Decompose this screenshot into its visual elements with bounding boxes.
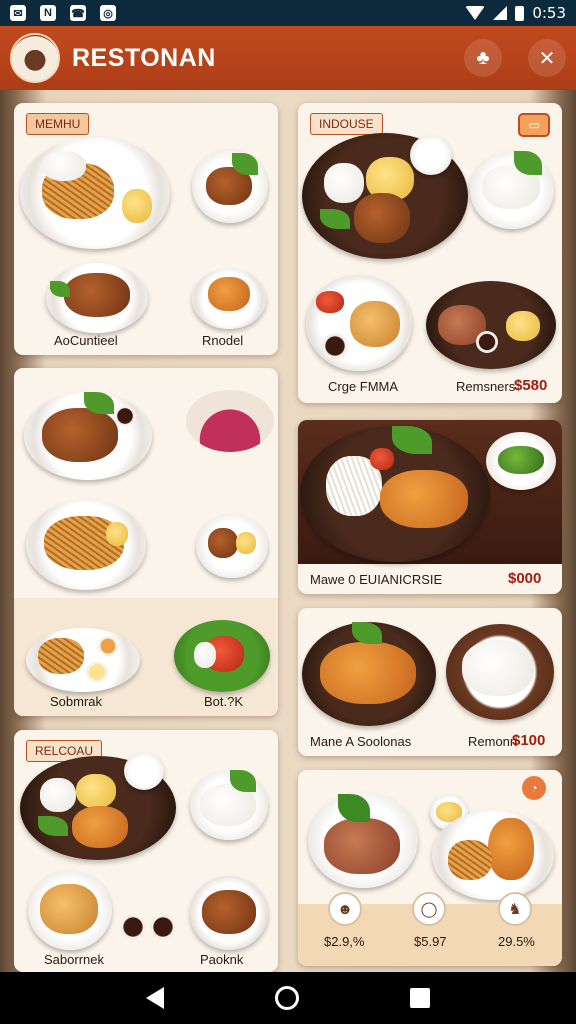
dish-label: Crge FMMA (328, 379, 399, 394)
dish-label: Remsners (456, 379, 516, 394)
clay-rice-pot-image (446, 624, 554, 720)
grilled-skewer-plate-image (192, 269, 266, 329)
curry-plate-image (306, 275, 412, 371)
chef-icon[interactable]: ☻ (328, 892, 362, 926)
indouse-tag: INDOUSE (310, 113, 383, 135)
dishes-card[interactable]: Sobmrak Bot.?K (14, 368, 278, 716)
fried-meat-plate-image (46, 263, 148, 333)
soup-bowl-image (28, 870, 112, 950)
indouse-card[interactable]: INDOUSE ▭ Crge FMMA Remsners $580 (298, 103, 562, 403)
menu-tag: MEMHU (26, 113, 90, 135)
stew-bowl-image (308, 792, 418, 888)
featured-price: $000 (508, 570, 542, 587)
fried-shrimp-plate-image (302, 622, 436, 726)
dish-label: Rnodel (202, 333, 244, 348)
sauce-dip-image (150, 914, 176, 940)
dish-label: Mane A Soolonas (310, 734, 412, 749)
back-icon[interactable] (145, 987, 164, 1009)
featured-label: Mawe 0 EUIANICRSIE (310, 572, 443, 587)
status-right: 0:53 (465, 4, 566, 22)
featured-card[interactable]: Mawe 0 EUIANICRSIE $000 (298, 420, 562, 594)
app-title: RESTONAN (72, 43, 216, 72)
beef-plate-image (24, 392, 152, 480)
menu-card[interactable]: MEMHU AoCuntieel Rnodel (14, 103, 278, 355)
clock: 0:53 (532, 4, 566, 22)
system-nav-bar (0, 972, 576, 1024)
salad-leaf-plate-image (174, 620, 270, 692)
dish-label: Bot.?K (204, 694, 244, 709)
soolonas-card[interactable]: Mane A Soolonas Remonn $100 (298, 608, 562, 756)
status-bar: ✉ N ☎ ◎ 0:53 (0, 0, 576, 26)
tempura-plate-image (432, 810, 554, 900)
side-bowl-image (410, 135, 452, 175)
sauces-plate-image (26, 628, 140, 692)
diners-image (186, 390, 274, 452)
app-notification-icon: ✉ (10, 5, 26, 21)
price-label: $100 (512, 732, 546, 749)
fried-fish-platter-image (300, 426, 490, 562)
app-notification-icon: ◎ (100, 5, 116, 21)
dish-label: Remonn (468, 734, 518, 749)
signal-icon (493, 6, 508, 20)
recent-apps-icon[interactable] (410, 988, 431, 1008)
dish-icon[interactable]: ♞ (498, 892, 532, 926)
home-icon[interactable] (274, 986, 299, 1010)
restaurant-logo (10, 33, 60, 83)
soup-bowl-image (192, 149, 268, 223)
dish-label: Sobmrak (50, 694, 103, 709)
dish-label: Saborrnek (44, 952, 104, 967)
price-label: $2.9,% (324, 934, 365, 949)
app-header: RESTONAN ♣ ✕ (0, 26, 576, 90)
side-bowl-image (124, 752, 164, 790)
meat-platter-image (426, 281, 556, 369)
utensils-icon-button[interactable]: ✕ (528, 39, 566, 77)
noodle-plate-image (20, 137, 170, 249)
expand-icon[interactable]: ▭ (518, 113, 550, 137)
price-label: $580 (514, 377, 548, 394)
app-notification-icon: N (40, 5, 56, 21)
menu-grid: MEMHU AoCuntieel Rnodel INDOUSE ▭ Crge F… (0, 90, 576, 972)
dish-label: Paoknk (200, 952, 244, 967)
tempura-card[interactable]: ◔ ☻ ◯ ♞ $2.9,% $5.97 29.5% (298, 770, 562, 966)
chef-icon-button[interactable]: ♣ (464, 39, 502, 77)
app-notification-icon: ☎ (70, 5, 86, 21)
notification-icons: ✉ N ☎ ◎ (10, 5, 116, 21)
price-label: $5.97 (414, 934, 447, 949)
relcoau-card[interactable]: RELCOAU Saborrnek Paoknk (14, 730, 278, 972)
chat-icon[interactable]: ◯ (412, 892, 446, 926)
info-icon[interactable]: ◔ (522, 776, 546, 800)
battery-icon (515, 5, 525, 21)
rice-bowl-image (190, 770, 268, 840)
wifi-icon (465, 6, 486, 20)
side-dish-bowl-image (196, 514, 268, 578)
noodle-egg-plate-image (26, 500, 146, 590)
dish-label: AoCuntieel (54, 333, 118, 348)
sauce-dip-image (120, 914, 146, 940)
price-label: 29.5% (498, 934, 535, 949)
grilled-chicken-plate-image (190, 876, 268, 950)
side-salad-bowl-image (486, 432, 556, 490)
rice-bowl-image (470, 151, 554, 229)
